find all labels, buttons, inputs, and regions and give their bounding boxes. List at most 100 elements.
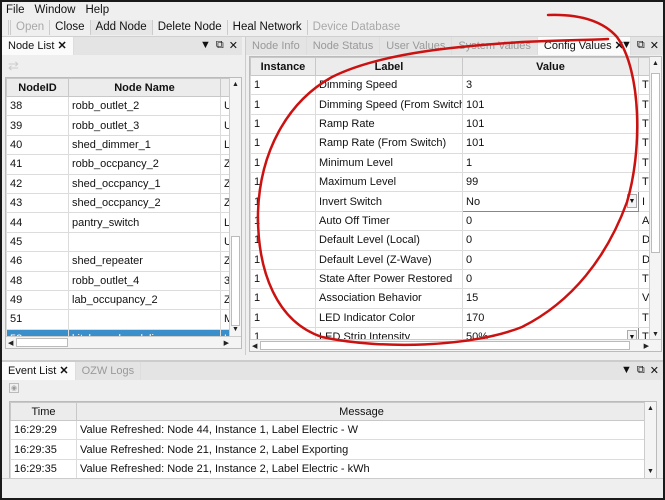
node-name: robb_outlet_4 <box>68 270 221 291</box>
menu-file[interactable]: File <box>6 4 25 16</box>
tab-node-info[interactable]: Node Info <box>246 37 307 55</box>
delete-node-button[interactable]: Delete Node <box>153 19 228 35</box>
menu-help[interactable]: Help <box>85 4 109 16</box>
close-panel-icon[interactable]: ✕ <box>650 364 659 377</box>
table-row[interactable]: 43shed_occpancy_2ZV <box>6 192 241 214</box>
table-row[interactable]: 42shed_occpancy_1ZV <box>6 173 241 194</box>
table-row[interactable]: 1 Ramp Rate (From Switch) 101 T <box>250 133 651 154</box>
tab-node-list[interactable]: Node List ✕ <box>2 37 74 55</box>
table-row[interactable]: 39robb_outlet_3Ur <box>6 115 241 136</box>
cell-text: T <box>642 117 649 130</box>
table-row[interactable]: 1 Dimming Speed 3 T <box>250 74 651 96</box>
table-row[interactable]: 16:29:35 Value Refreshed: Node 21, Instan… <box>10 458 647 478</box>
table-row[interactable]: 1 Ramp Rate 101 T <box>250 113 651 135</box>
table-row[interactable]: 16:29:35 Value Refreshed: Node 21, Instan… <box>10 439 647 460</box>
table-row[interactable]: 1 Maximum Level 99 T <box>250 171 651 193</box>
table-row[interactable]: 1 LED Indicator Color 170 T <box>250 307 651 329</box>
table-row[interactable]: 48robb_outlet_439 <box>6 270 241 291</box>
dropdown-icon[interactable]: ▼ <box>621 39 632 52</box>
toolbar: Open Close Add Node Delete Node Heal Net… <box>2 18 663 37</box>
close-panel-icon[interactable]: ✕ <box>229 39 238 52</box>
open-button[interactable]: Open <box>8 19 51 35</box>
add-node-button[interactable]: Add Node <box>90 19 153 35</box>
event-vscroll[interactable]: ▲ ▼ <box>644 402 656 478</box>
close-icon[interactable]: ✕ <box>59 365 68 377</box>
value-cell[interactable]: 0 <box>462 249 639 270</box>
table-row[interactable]: 46shed_repeaterZV <box>6 251 241 272</box>
table-row[interactable]: 1 Default Level (Local) 0 D <box>250 230 651 251</box>
value-cell[interactable]: 101 <box>462 113 639 135</box>
dropdown-icon[interactable]: ▼ <box>200 39 211 52</box>
table-row[interactable]: 38robb_outlet_2Ur <box>6 95 241 117</box>
instance-cell: 1 <box>250 94 316 115</box>
table-row[interactable]: 1 State After Power Restored 0 T <box>250 268 651 290</box>
node-list-hscroll[interactable]: ◀ ▶ <box>6 336 241 348</box>
table-row[interactable]: 41robb_occpancy_2ZV <box>6 154 241 175</box>
value-cell[interactable]: 15 <box>462 288 639 309</box>
node-name: shed_occpancy_2 <box>68 192 221 214</box>
value-cell[interactable]: 99 <box>462 171 639 193</box>
float-icon[interactable]: ⧉ <box>637 39 645 52</box>
tab-node-status[interactable]: Node Status <box>307 37 381 55</box>
menu-window[interactable]: Window <box>35 4 76 16</box>
dropdown-arrow-icon[interactable]: ▼ <box>627 194 637 209</box>
value-cell[interactable]: 170 <box>462 307 639 329</box>
tab-event-list[interactable]: Event List ✕ <box>2 362 76 380</box>
table-row[interactable]: 51M <box>6 309 241 330</box>
node-name: shed_occpancy_1 <box>68 173 221 194</box>
tab-user-values[interactable]: User Values <box>380 37 453 55</box>
value-cell[interactable]: 0 <box>462 230 639 251</box>
table-row[interactable]: 44pantry_switchLz <box>6 212 241 233</box>
table-row[interactable]: 1 Invert Switch No ▼ I <box>250 191 651 212</box>
message-cell: Value Refreshed: Node 21, Instance 2, La… <box>76 439 647 460</box>
tab-config-values[interactable]: Config Values ✕ <box>537 37 631 55</box>
column-nodeid[interactable]: NodeID <box>6 78 69 97</box>
column-label[interactable]: Label <box>315 57 463 76</box>
table-row[interactable]: 1 Auto Off Timer 0 A <box>250 210 651 232</box>
value-cell[interactable]: 101 <box>462 133 639 154</box>
column-message[interactable]: Message <box>76 402 647 421</box>
refresh-icon[interactable]: ⇄ <box>2 55 242 77</box>
column-time[interactable]: Time <box>10 402 77 421</box>
column-value[interactable]: Value <box>462 57 639 76</box>
value-cell[interactable]: 101 <box>462 94 639 115</box>
label-cell: Default Level (Z-Wave) <box>315 249 463 270</box>
value-cell[interactable]: 1 <box>462 152 639 173</box>
table-row[interactable]: 49lab_occupancy_2ZV <box>6 289 241 311</box>
node-list-vscroll[interactable]: ▲ ▼ <box>229 78 241 336</box>
value-cell[interactable]: 0 <box>462 268 639 290</box>
table-row[interactable]: 40shed_dimmer_1Lz <box>6 134 241 156</box>
table-row[interactable]: 1 Default Level (Z-Wave) 0 D <box>250 249 651 270</box>
tab-ozw-logs[interactable]: OZW Logs <box>76 362 142 380</box>
heal-network-button[interactable]: Heal Network <box>228 19 308 35</box>
value-cell[interactable]: 3 <box>462 74 639 96</box>
cell-text: 1 <box>254 156 261 169</box>
time-cell: 16:29:35 <box>10 439 77 460</box>
table-row[interactable]: 16:29:29 Value Refreshed: Node 44, Instan… <box>10 419 647 441</box>
event-table: Time Message 16:29:29 Value Refreshed: No… <box>10 402 647 478</box>
float-icon[interactable]: ⧉ <box>637 364 645 377</box>
dropdown-icon[interactable]: ▼ <box>621 364 632 377</box>
cell-text: 1 <box>254 273 261 286</box>
device-database-button[interactable]: Device Database <box>308 20 406 35</box>
clear-events-icon[interactable]: ◉ <box>9 383 19 393</box>
node-name: lab_occupancy_2 <box>68 289 221 311</box>
table-row[interactable]: 1 Dimming Speed (From Switch) 101 T <box>250 94 651 115</box>
float-icon[interactable]: ⧉ <box>216 39 224 52</box>
config-vscroll[interactable]: ▲ ▼ <box>649 57 661 341</box>
label-cell: Association Behavior <box>315 288 463 309</box>
column-node-name[interactable]: Node Name <box>68 78 221 97</box>
table-row[interactable]: 1 Minimum Level 1 T <box>250 152 651 173</box>
cell-text: 0 <box>466 253 473 266</box>
config-hscroll[interactable]: ◀ ▶ <box>250 339 661 351</box>
cell-text: 3 <box>466 79 473 92</box>
column-instance[interactable]: Instance <box>250 57 316 76</box>
table-row[interactable]: 1 Association Behavior 15 V <box>250 288 651 309</box>
close-panel-icon[interactable]: ✕ <box>650 39 659 52</box>
close-icon[interactable]: ✕ <box>58 40 67 52</box>
value-cell[interactable]: No ▼ <box>462 191 639 212</box>
value-cell[interactable]: 0 <box>462 210 639 232</box>
table-row[interactable]: 45Ur <box>6 231 241 253</box>
close-button[interactable]: Close <box>50 19 91 35</box>
tab-system-values[interactable]: System Values <box>452 37 538 55</box>
